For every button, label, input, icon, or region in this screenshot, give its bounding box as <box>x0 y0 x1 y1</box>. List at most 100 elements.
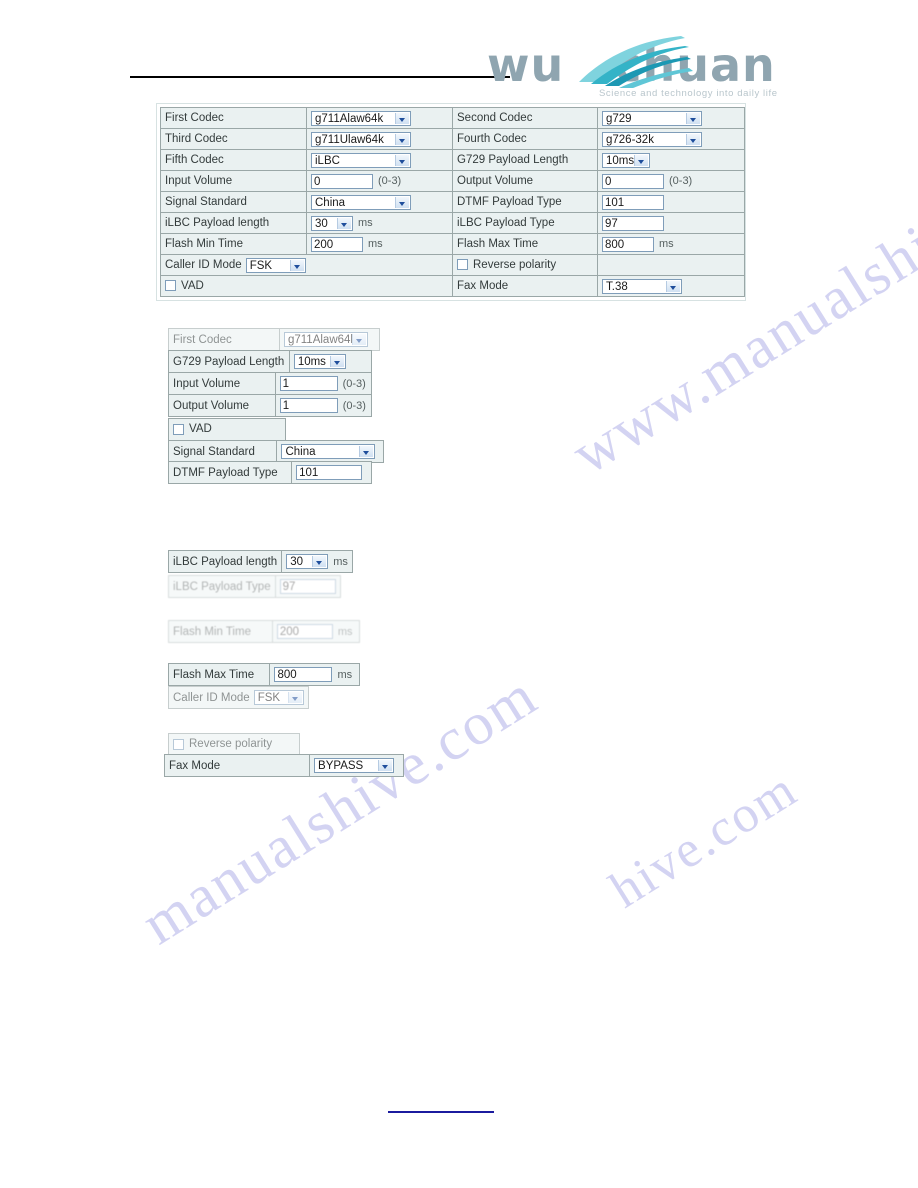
flash-min-time-input[interactable]: 200 <box>311 236 363 252</box>
value-ilbc-payload-length: 30 ms <box>281 550 353 573</box>
fragment-row-reverse-polarity: Reverse polarity <box>168 733 300 756</box>
unit-label: ms <box>659 238 674 250</box>
flash-max-time-input[interactable]: 800 <box>274 667 333 682</box>
value-second-codec: g729 <box>597 107 745 129</box>
chevron-down-icon[interactable] <box>329 356 344 367</box>
label-second-codec: Second Codec <box>452 107 598 129</box>
fragment-row-input-volume: Input Volume 1 (0-3) <box>168 372 373 395</box>
label-vad: VAD <box>181 279 204 292</box>
label-flash-max-time: Flash Max Time <box>452 233 598 255</box>
output-volume-input[interactable]: 0 <box>602 173 664 189</box>
dtmf-payload-type-input[interactable]: 101 <box>602 194 664 210</box>
fax-mode-select[interactable]: T.38 <box>602 278 682 294</box>
value-output-volume: 0 (0-3) <box>597 170 745 192</box>
label-input-volume: Input Volume <box>168 372 276 395</box>
second-codec-select[interactable]: g729 <box>602 110 702 126</box>
value-flash-max-time: 800 ms <box>269 663 360 686</box>
chevron-down-icon[interactable] <box>395 196 409 208</box>
label-g729-payload-length: G729 Payload Length <box>168 350 290 373</box>
dtmf-payload-type-input[interactable]: 101 <box>296 465 363 480</box>
table-row: VAD <box>168 418 286 441</box>
fragment-row-fax-mode: Fax Mode BYPASS <box>163 754 404 777</box>
logo-tagline: Science and technology into daily life <box>599 88 778 99</box>
fourth-codec-select[interactable]: g726-32k <box>602 131 702 147</box>
chevron-down-icon[interactable] <box>359 446 374 457</box>
chevron-down-icon[interactable] <box>312 556 327 567</box>
label-reverse-polarity: Reverse polarity <box>189 738 273 751</box>
value-flash-max-time: 800 ms <box>597 233 745 255</box>
vad-checkbox[interactable] <box>165 280 176 292</box>
ilbc-payload-type-input[interactable]: 97 <box>602 215 664 231</box>
ilbc-payload-length-select[interactable]: 30 <box>311 215 353 231</box>
label-g729-payload-length: G729 Payload Length <box>452 149 598 171</box>
table-row: Fax Mode BYPASS <box>163 754 404 777</box>
vad-cell[interactable]: VAD <box>160 275 453 297</box>
chevron-down-icon[interactable] <box>378 760 393 771</box>
g729-payload-length-select[interactable]: 10ms <box>293 354 346 369</box>
table-row: Input Volume 0 (0-3) Output Volume 0 (0-3) <box>160 170 745 192</box>
vad-checkbox[interactable] <box>173 423 184 435</box>
ilbc-payload-length-select[interactable]: 30 <box>286 554 329 569</box>
value-fifth-codec: iLBC <box>306 149 453 171</box>
fragment-row-output-volume: Output Volume 1 (0-3) <box>168 394 373 417</box>
label-dtmf-payload-type: DTMF Payload Type <box>167 461 293 484</box>
fifth-codec-select[interactable]: iLBC <box>311 152 411 168</box>
chevron-down-icon[interactable] <box>287 692 302 703</box>
value-fax-mode: BYPASS <box>309 754 404 777</box>
signal-standard-select[interactable]: China <box>281 444 376 459</box>
chevron-down-icon[interactable] <box>634 154 648 166</box>
label-first-codec: First Codec <box>160 107 307 129</box>
input-volume-input[interactable]: 0 <box>311 173 373 189</box>
g729-payload-length-select[interactable]: 10ms <box>602 152 650 168</box>
caller-id-mode-select[interactable]: FSK <box>253 690 304 705</box>
table-row: Caller ID Mode FSK <box>168 686 309 709</box>
first-codec-select[interactable]: g711Alaw64k <box>283 332 368 347</box>
fragment-row-flash-max-time: Flash Max Time 800 ms <box>167 663 360 686</box>
flash-min-time-input[interactable]: 200 <box>276 624 333 639</box>
third-codec-select[interactable]: g711Ulaw64k <box>311 131 411 147</box>
unit-label: ms <box>368 238 383 250</box>
input-volume-input[interactable]: 1 <box>279 376 338 391</box>
voip-codec-settings-table: First Codec g711Alaw64k Second Codec g729 Th… <box>156 103 746 301</box>
chevron-down-icon[interactable] <box>351 334 366 345</box>
reverse-polarity-cell[interactable]: Reverse polarity <box>452 254 598 276</box>
vad-cell[interactable]: VAD <box>168 418 286 441</box>
output-volume-input[interactable]: 1 <box>279 398 338 413</box>
fragment-row-signal-standard: Signal Standard China <box>167 440 384 463</box>
fragment-row-first-codec: First Codec g711Alaw64k <box>168 328 381 351</box>
chevron-down-icon[interactable] <box>395 154 409 166</box>
fax-mode-select[interactable]: BYPASS <box>314 758 395 773</box>
caller-id-mode-select[interactable]: FSK <box>245 257 306 273</box>
unit-label: ms <box>358 217 373 229</box>
value-dtmf-payload-type: 101 <box>291 461 372 484</box>
table-row: Flash Min Time 200 ms Flash Max Time 800 ms <box>160 233 745 255</box>
chevron-down-icon[interactable] <box>395 112 409 124</box>
label-dtmf-payload-type: DTMF Payload Type <box>452 191 598 213</box>
first-codec-select[interactable]: g711Alaw64k <box>311 110 411 126</box>
reverse-polarity-checkbox[interactable] <box>173 738 184 750</box>
chevron-down-icon[interactable] <box>686 112 700 124</box>
ilbc-payload-type-input[interactable]: 97 <box>279 579 336 594</box>
label-output-volume: Output Volume <box>168 394 276 417</box>
fragment-row-vad: VAD <box>168 418 286 441</box>
table-row: Flash Min Time 200 ms <box>168 620 361 643</box>
reverse-polarity-cell[interactable]: Reverse polarity <box>168 733 300 756</box>
table-row: Caller ID Mode FSK Reverse polarity <box>160 254 745 276</box>
chevron-down-icon[interactable] <box>289 259 304 271</box>
chevron-down-icon[interactable] <box>666 280 680 292</box>
value-first-codec: g711Alaw64k <box>278 328 381 351</box>
flash-max-time-input[interactable]: 800 <box>602 236 654 252</box>
chevron-down-icon[interactable] <box>686 133 700 145</box>
value-g729-payload-length: 10ms <box>288 350 373 373</box>
table-row: Signal Standard China DTMF Payload Type 101 <box>160 191 745 213</box>
chevron-down-icon[interactable] <box>337 217 351 229</box>
chevron-down-icon[interactable] <box>395 133 409 145</box>
label-ilbc-payload-length: iLBC Payload length <box>167 550 283 573</box>
reverse-polarity-checkbox[interactable] <box>457 259 468 271</box>
signal-standard-select[interactable]: China <box>311 194 411 210</box>
table-row: First Codec g711Alaw64k <box>168 328 381 351</box>
table-row: G729 Payload Length 10ms <box>168 350 373 373</box>
table-row: Flash Max Time 800 ms <box>167 663 360 686</box>
label-caller-id-mode: Caller ID Mode <box>165 259 242 271</box>
footer-divider <box>388 1111 494 1113</box>
